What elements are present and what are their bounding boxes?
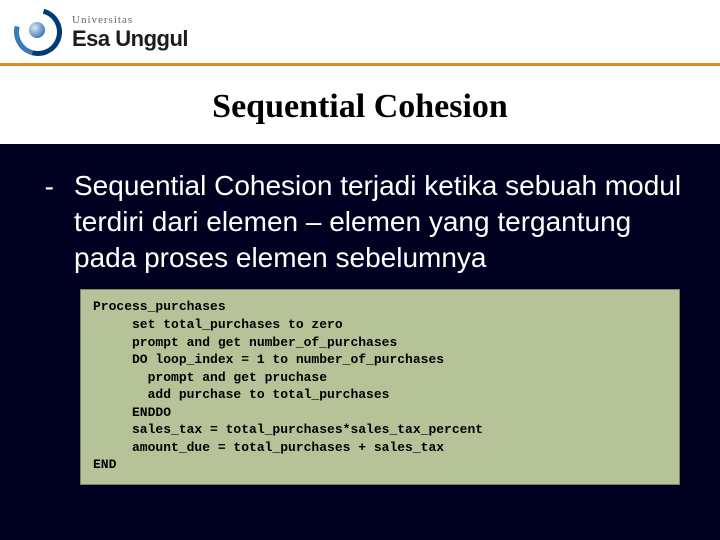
brand-text: Universitas Esa Unggul	[72, 13, 188, 50]
title-band: Sequential Cohesion	[0, 66, 720, 144]
bullet-text: Sequential Cohesion terjadi ketika sebua…	[74, 168, 686, 275]
bullet-item: - Sequential Cohesion terjadi ketika seb…	[34, 168, 686, 275]
brand-top-text: Universitas	[72, 15, 188, 27]
brand-header: Universitas Esa Unggul	[0, 0, 720, 66]
code-block: Process_purchases set total_purchases to…	[80, 289, 680, 484]
slide-title: Sequential Cohesion	[212, 88, 508, 125]
slide-content: - Sequential Cohesion terjadi ketika seb…	[0, 144, 720, 485]
logo-icon	[14, 8, 62, 56]
bullet-dash: -	[34, 168, 54, 275]
brand-main-text: Esa Unggul	[72, 27, 188, 50]
